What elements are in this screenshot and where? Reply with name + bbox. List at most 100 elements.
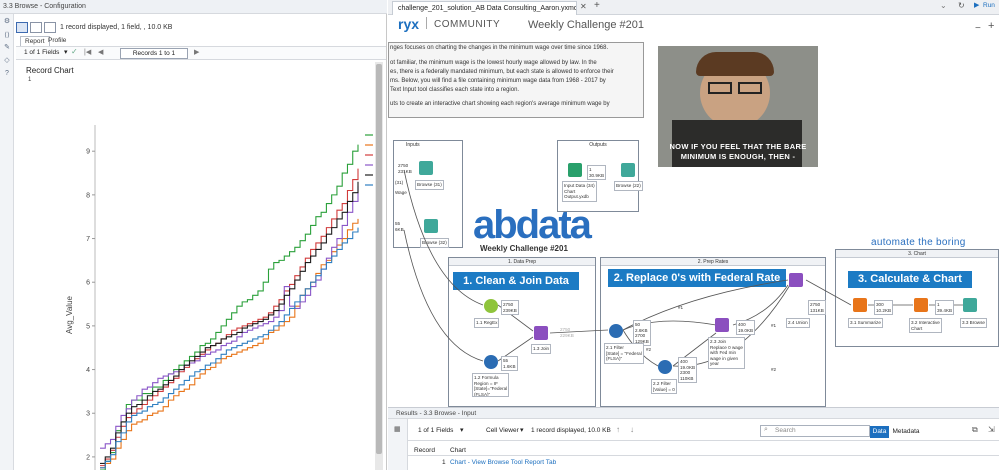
chevron-down-icon[interactable]: ▾ xyxy=(460,426,464,434)
check-icon[interactable]: ✓ xyxy=(71,47,78,56)
data-button[interactable]: Data xyxy=(870,426,889,438)
connector xyxy=(403,229,484,362)
anno-join2: 2.3 Join xyxy=(710,339,727,344)
filter-icon[interactable] xyxy=(609,324,623,338)
arrow-up-icon[interactable]: ↑ xyxy=(616,425,620,434)
series-line xyxy=(100,227,359,469)
records-range-input[interactable]: Records 1 to 1 xyxy=(120,48,188,59)
y-tick-label: 9 xyxy=(86,149,90,156)
workflow-tab[interactable]: challenge_201_solution_AB Data Consultin… xyxy=(392,1,577,15)
anno-join2-d: wage in given xyxy=(710,355,739,361)
results-header: Results - 3.3 Browse - Input xyxy=(388,407,999,419)
union-icon[interactable] xyxy=(789,273,803,287)
fields-selector[interactable]: 1 of 1 Fields xyxy=(418,427,453,434)
anno-2750: 2750 xyxy=(560,327,571,332)
col-chart[interactable]: Chart xyxy=(450,445,466,456)
regex-counts: 2750 239KB xyxy=(501,300,519,315)
search-input[interactable]: Search xyxy=(760,425,870,437)
anno-229kb: 229KB xyxy=(560,332,574,338)
help-icon[interactable]: ? xyxy=(3,70,11,78)
col-record[interactable]: Record xyxy=(414,445,435,456)
view-horizontal-button[interactable] xyxy=(30,22,42,33)
formula-label: 1.2 Formula Region = IF [State]="Federal (F… xyxy=(472,373,510,397)
binoculars-icon[interactable] xyxy=(963,298,977,312)
anno-ichart-b: Chart xyxy=(911,325,923,331)
anno-2300: 2300 xyxy=(680,370,691,375)
interactive-chart-icon[interactable] xyxy=(914,298,928,312)
union-label: 2.4 Union xyxy=(786,318,810,328)
meme-image: NOW IF YOU FEEL THAT THE BARE MINIMUM IS… xyxy=(658,46,818,167)
anno-239kb: 239KB xyxy=(503,307,517,313)
anno-filter2-b: [Value] = 0 xyxy=(653,386,675,392)
prev-record-icon[interactable]: ◀ xyxy=(98,48,103,56)
next-record-icon[interactable]: ▶ xyxy=(194,48,199,56)
regex-icon[interactable] xyxy=(484,299,498,313)
chevron-down-icon[interactable]: ⌄ xyxy=(940,1,947,10)
meme-caption-2: MINIMUM IS ENOUGH, THEN - xyxy=(680,152,796,161)
gear-icon[interactable]: ⚙ xyxy=(3,18,11,26)
anno-formula-2: Region = IF xyxy=(474,380,498,386)
fields-selector[interactable]: 1 of 1 Fields xyxy=(24,49,59,56)
formula-counts: 55 1.6KB xyxy=(501,356,518,371)
anno-ichart: 3.2 Interactive xyxy=(911,320,940,325)
anno-filter-b: [State] = "Federal xyxy=(606,350,642,356)
record-navigation: 1 of 1 Fields ▾ ✓ |◀ ◀ Records 1 to 1 ▶ xyxy=(16,46,386,60)
filter-label: 2.1 Filter [State] = "Federal (FLSA)" xyxy=(604,343,644,364)
new-tab-icon[interactable]: + xyxy=(594,0,600,11)
row-number: 1 xyxy=(442,459,446,466)
arrow-down-icon[interactable]: ↓ xyxy=(630,425,634,434)
anno-filter2: 2.2 Filter xyxy=(653,381,671,386)
export-icon[interactable]: ⇲ xyxy=(988,425,995,434)
view-vertical-button[interactable] xyxy=(44,22,56,33)
run-icon[interactable]: ▶ xyxy=(974,1,979,9)
annotation-icon[interactable]: ✎ xyxy=(3,44,11,52)
join-icon[interactable] xyxy=(534,326,548,340)
conn-label: #1 xyxy=(678,305,684,310)
connector xyxy=(403,169,484,306)
summarize-label: 3.1 Summarize xyxy=(848,318,883,328)
record-chart-title: Record Chart xyxy=(26,66,74,75)
chevron-down-icon[interactable]: ▾ xyxy=(520,426,524,434)
refresh-icon[interactable]: ↻ xyxy=(958,1,965,10)
code-icon[interactable]: ⟨⟩ xyxy=(3,32,11,40)
anno-1: 1 xyxy=(937,302,940,307)
y-tick-label: 2 xyxy=(86,454,90,461)
anno-filter: 2.1 Filter xyxy=(606,345,624,350)
run-button[interactable]: Run xyxy=(983,2,995,9)
tag-icon[interactable]: ◇ xyxy=(3,57,11,65)
scrollbar-thumb[interactable] xyxy=(376,64,382,454)
anno-400: 400 xyxy=(680,359,688,364)
first-record-icon[interactable]: |◀ xyxy=(84,48,91,56)
filter-icon[interactable] xyxy=(658,360,672,374)
conn-label: #2 xyxy=(646,347,652,352)
row-chart-value[interactable]: Chart - View Browse Tool Report Tab xyxy=(450,457,556,468)
cell-viewer-selector[interactable]: Cell Viewer xyxy=(486,427,519,434)
series-line xyxy=(100,144,359,470)
join-icon[interactable] xyxy=(715,318,729,332)
join2-counts: 400 19.0KB xyxy=(736,320,756,335)
document-tab-bar: challenge_201_solution_AB Data Consultin… xyxy=(388,0,999,15)
filter2-label: 2.2 Filter [Value] = 0 xyxy=(651,379,677,394)
anno-50: 50 xyxy=(635,322,641,327)
results-summary: 1 record displayed, 10.0 KB xyxy=(531,427,611,434)
chevron-down-icon[interactable]: ▾ xyxy=(64,48,68,56)
formula-icon[interactable] xyxy=(484,355,498,369)
filter2-counts: 400 19.0KB 2300 110KB xyxy=(678,357,698,383)
anno-131kb: 131KB xyxy=(810,307,824,313)
series-line xyxy=(100,181,359,464)
table-row[interactable]: 1 Chart - View Browse Tool Report Tab xyxy=(408,457,999,468)
join-label: 1.3 Join xyxy=(531,344,552,354)
close-tab-icon[interactable]: ✕ xyxy=(580,2,587,11)
anno-formula-3: [State]="Federal xyxy=(474,386,508,391)
copy-icon[interactable]: ⧉ xyxy=(972,425,978,435)
anno-400: 400 xyxy=(738,322,746,327)
anno-26kb: 2.6KB xyxy=(635,327,648,333)
anno-110kb: 110KB xyxy=(680,375,694,381)
view-single-button[interactable] xyxy=(16,22,28,33)
y-ticks: 2 3 4 5 6 7 8 9 xyxy=(86,149,95,461)
metadata-button[interactable]: Metadata xyxy=(891,426,921,438)
tab-profile[interactable]: Profile xyxy=(44,36,70,46)
anno-2750: 2750 xyxy=(810,302,821,307)
summarize-icon[interactable] xyxy=(853,298,867,312)
table-icon[interactable]: ▦ xyxy=(394,425,401,433)
